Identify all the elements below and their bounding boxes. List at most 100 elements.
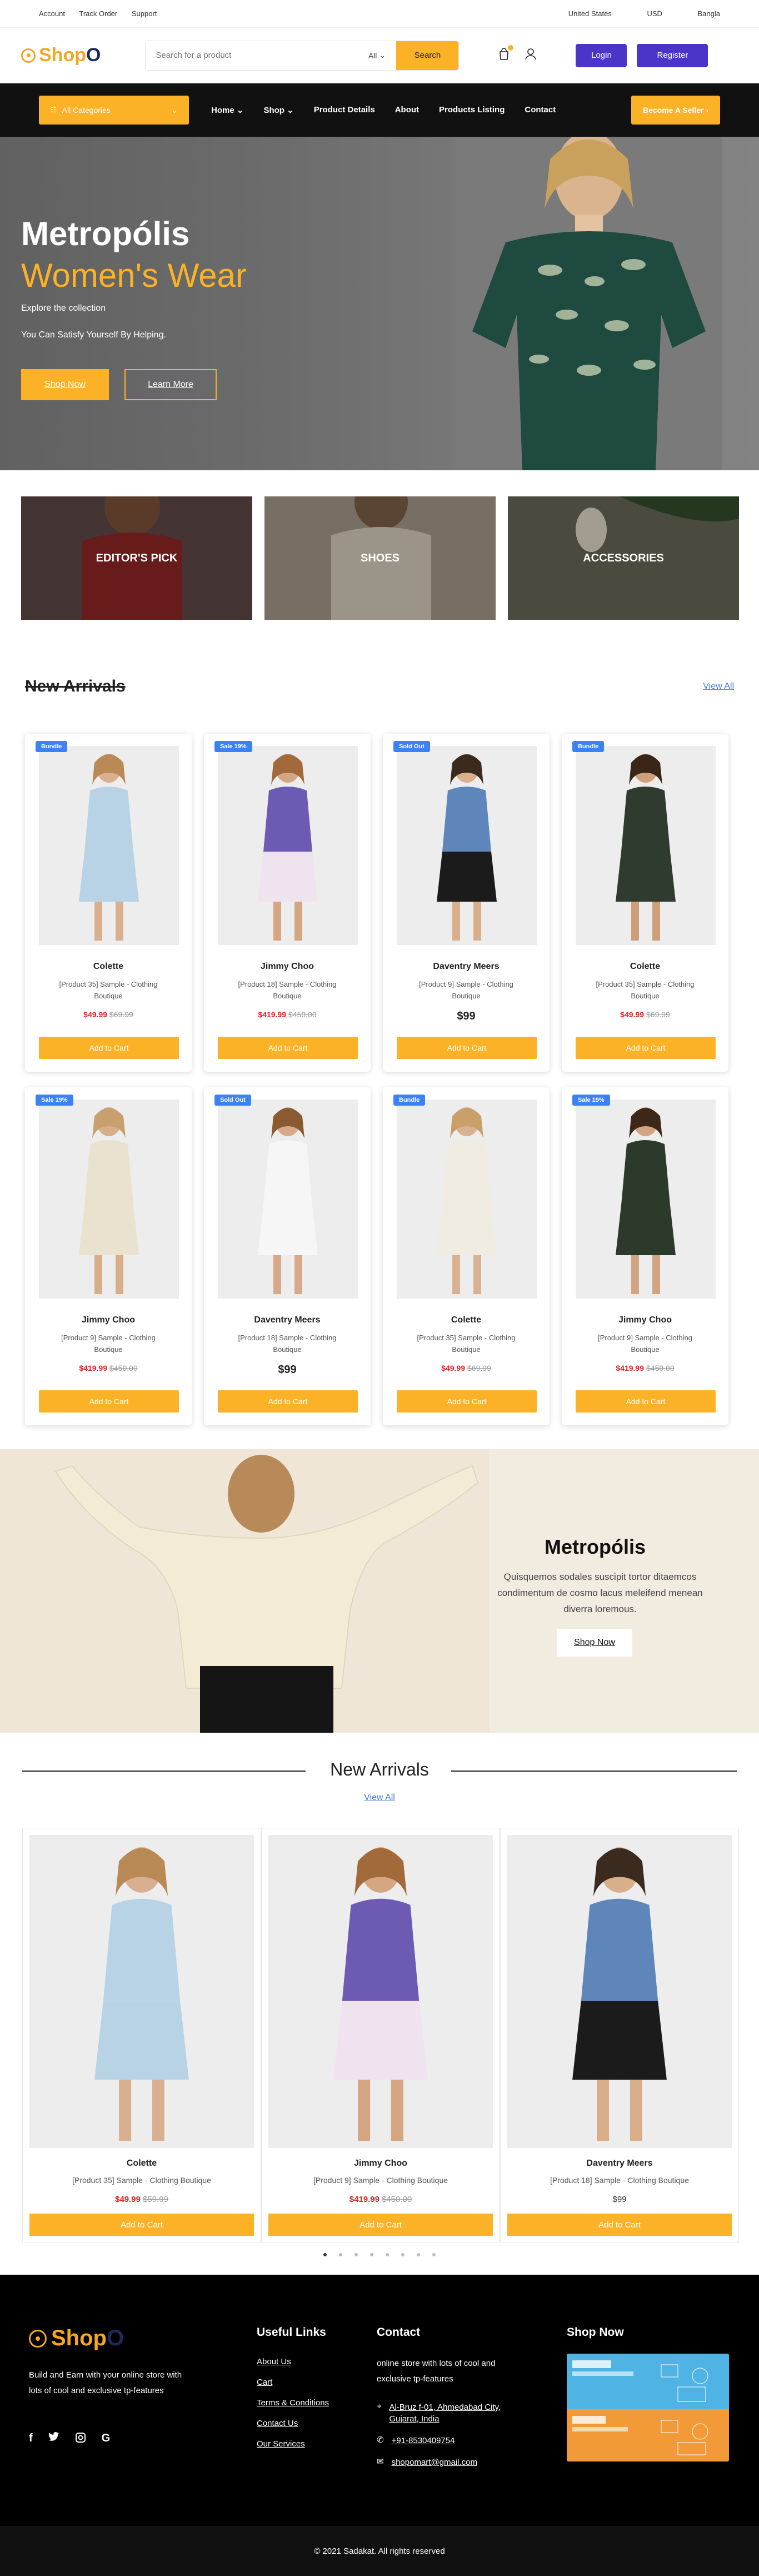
carousel-dot[interactable] bbox=[354, 2253, 358, 2256]
track-order-link[interactable]: Track Order bbox=[79, 9, 117, 18]
register-button[interactable]: Register bbox=[637, 43, 708, 67]
add-to-cart-button[interactable]: Add to Cart bbox=[39, 1037, 179, 1059]
footer-logo[interactable]: Shop O bbox=[29, 2326, 124, 2351]
product-name[interactable]: Colette bbox=[383, 1315, 550, 1325]
carousel-dot[interactable] bbox=[386, 2253, 389, 2256]
product-image[interactable] bbox=[268, 1835, 493, 2148]
category-label: EDITOR'S PICK bbox=[96, 551, 178, 564]
cart-icon[interactable] bbox=[498, 45, 514, 63]
country-select[interactable]: United States bbox=[568, 9, 612, 18]
add-to-cart-button[interactable]: Add to Cart bbox=[268, 2214, 493, 2236]
product-card[interactable]: Bundle Colette [Product 35] Sample - Clo… bbox=[383, 1087, 550, 1425]
product-image[interactable] bbox=[507, 1835, 732, 2148]
product-image[interactable] bbox=[576, 746, 716, 945]
product-image[interactable] bbox=[576, 1100, 716, 1299]
nav-item-product-details[interactable]: Product Details bbox=[314, 105, 375, 115]
instagram-icon[interactable] bbox=[75, 2432, 86, 2446]
product-card[interactable]: Sold Out Daventry Meers [Product 18] Sam… bbox=[204, 1087, 371, 1425]
footer-link-services[interactable]: Our Services bbox=[257, 2439, 329, 2449]
nav-item-contact[interactable]: Contact bbox=[525, 105, 556, 115]
carousel-dot[interactable] bbox=[323, 2253, 327, 2256]
all-categories-button[interactable]: ☷ All Categories ⌄ bbox=[39, 96, 189, 125]
footer-link-terms[interactable]: Terms & Conditions bbox=[257, 2398, 329, 2408]
login-button[interactable]: Login bbox=[576, 43, 627, 67]
user-icon[interactable] bbox=[525, 47, 537, 63]
arrivals2-view-all-link[interactable]: View All bbox=[0, 1793, 759, 1803]
carousel-dot[interactable] bbox=[370, 2253, 373, 2256]
phone-link[interactable]: +91-8530409754 bbox=[392, 2435, 455, 2446]
product-name[interactable]: Daventry Meers bbox=[204, 1315, 371, 1325]
carousel-dot[interactable] bbox=[417, 2253, 420, 2256]
product-image[interactable] bbox=[218, 1100, 358, 1299]
carousel-product-card[interactable]: Daventry Meers [Product 18] Sample - Clo… bbox=[500, 1828, 739, 2242]
product-card[interactable]: Sold Out Daventry Meers [Product 9] Samp… bbox=[383, 734, 550, 1072]
add-to-cart-button[interactable]: Add to Cart bbox=[576, 1037, 716, 1059]
add-to-cart-button[interactable]: Add to Cart bbox=[397, 1037, 537, 1059]
product-name[interactable]: Jimmy Choo bbox=[25, 1315, 192, 1325]
footer-link-about[interactable]: About Us bbox=[257, 2357, 329, 2366]
promo-shop-now-button[interactable]: Shop Now bbox=[557, 1629, 632, 1657]
carousel-dot[interactable] bbox=[339, 2253, 342, 2256]
logo[interactable]: Shop O bbox=[21, 44, 101, 66]
add-to-cart-button[interactable]: Add to Cart bbox=[29, 2214, 254, 2236]
product-card[interactable]: Sale 19% Jimmy Choo [Product 9] Sample -… bbox=[25, 1087, 192, 1425]
footer-link-contact[interactable]: Contact Us bbox=[257, 2419, 329, 2428]
address-link[interactable]: Al-Bruz f-01, Ahmedabad City, Gujarat, I… bbox=[389, 2401, 522, 2425]
google-icon[interactable]: G bbox=[102, 2432, 111, 2446]
carousel-dot[interactable] bbox=[401, 2253, 405, 2256]
add-to-cart-button[interactable]: Add to Cart bbox=[218, 1037, 358, 1059]
product-name[interactable]: Colette bbox=[562, 962, 728, 972]
product-image[interactable] bbox=[218, 746, 358, 945]
arrivals-title: New Arrivals bbox=[25, 677, 126, 695]
facebook-icon[interactable]: f bbox=[29, 2432, 33, 2446]
shop-now-banner-image[interactable] bbox=[567, 2354, 729, 2461]
product-name[interactable]: Jimmy Choo bbox=[204, 962, 371, 972]
hero-shop-now-button[interactable]: Shop Now bbox=[21, 369, 109, 400]
product-card[interactable]: Bundle Colette [Product 35] Sample - Clo… bbox=[562, 734, 728, 1072]
add-to-cart-button[interactable]: Add to Cart bbox=[576, 1390, 716, 1413]
add-to-cart-button[interactable]: Add to Cart bbox=[507, 2214, 732, 2236]
add-to-cart-button[interactable]: Add to Cart bbox=[397, 1390, 537, 1413]
product-image[interactable] bbox=[29, 1835, 254, 2148]
all-categories-label: All Categories bbox=[62, 106, 111, 115]
product-image[interactable] bbox=[39, 1100, 179, 1299]
product-name[interactable]: Daventry Meers bbox=[383, 962, 550, 972]
category-tile-accessories[interactable]: ACCESSORIES bbox=[508, 496, 739, 620]
footer-link-cart[interactable]: Cart bbox=[257, 2378, 329, 2387]
carousel-product-card[interactable]: Colette [Product 35] Sample - Clothing B… bbox=[22, 1828, 261, 2242]
search-scope-select[interactable]: All ⌄ bbox=[357, 41, 396, 70]
category-tile-shoes[interactable]: SHOES bbox=[264, 496, 496, 620]
hero-learn-more-button[interactable]: Learn More bbox=[124, 369, 217, 400]
nav-item-home[interactable]: Home ⌄ bbox=[211, 105, 243, 115]
product-name[interactable]: Daventry Meers bbox=[501, 2159, 738, 2169]
support-link[interactable]: Support bbox=[132, 9, 157, 18]
product-image[interactable] bbox=[39, 746, 179, 945]
currency-select[interactable]: USD bbox=[647, 9, 662, 18]
product-name[interactable]: Colette bbox=[25, 962, 192, 972]
product-name[interactable]: Jimmy Choo bbox=[562, 1315, 728, 1325]
contact-email: ✉ shopomart@gmail.com bbox=[377, 2456, 522, 2468]
carousel-product-card[interactable]: Jimmy Choo [Product 9] Sample - Clothing… bbox=[261, 1828, 500, 2242]
become-seller-button[interactable]: Become A Seller › bbox=[631, 96, 720, 125]
twitter-icon[interactable] bbox=[48, 2432, 59, 2446]
nav-item-shop[interactable]: Shop ⌄ bbox=[263, 105, 293, 115]
email-link[interactable]: shopomart@gmail.com bbox=[392, 2456, 477, 2468]
product-name[interactable]: Jimmy Choo bbox=[262, 2159, 500, 2169]
product-name[interactable]: Colette bbox=[23, 2159, 261, 2169]
product-image[interactable] bbox=[397, 746, 537, 945]
search-button[interactable]: Search bbox=[396, 41, 459, 70]
add-to-cart-button[interactable]: Add to Cart bbox=[39, 1390, 179, 1413]
product-card[interactable]: Sale 19% Jimmy Choo [Product 18] Sample … bbox=[204, 734, 371, 1072]
carousel-dot[interactable] bbox=[432, 2253, 436, 2256]
arrivals-view-all-link[interactable]: View All bbox=[703, 682, 734, 692]
product-card[interactable]: Bundle Colette [Product 35] Sample - Clo… bbox=[25, 734, 192, 1072]
account-link[interactable]: Account bbox=[39, 9, 65, 18]
nav-item-about[interactable]: About bbox=[395, 105, 419, 115]
search-input[interactable] bbox=[146, 41, 358, 70]
add-to-cart-button[interactable]: Add to Cart bbox=[218, 1390, 358, 1413]
language-select[interactable]: Bangla bbox=[698, 9, 720, 18]
nav-item-products-listing[interactable]: Products Listing bbox=[439, 105, 505, 115]
product-image[interactable] bbox=[397, 1100, 537, 1299]
product-card[interactable]: Sale 19% Jimmy Choo [Product 9] Sample -… bbox=[562, 1087, 728, 1425]
category-tile-editors-pick[interactable]: EDITOR'S PICK bbox=[21, 496, 252, 620]
